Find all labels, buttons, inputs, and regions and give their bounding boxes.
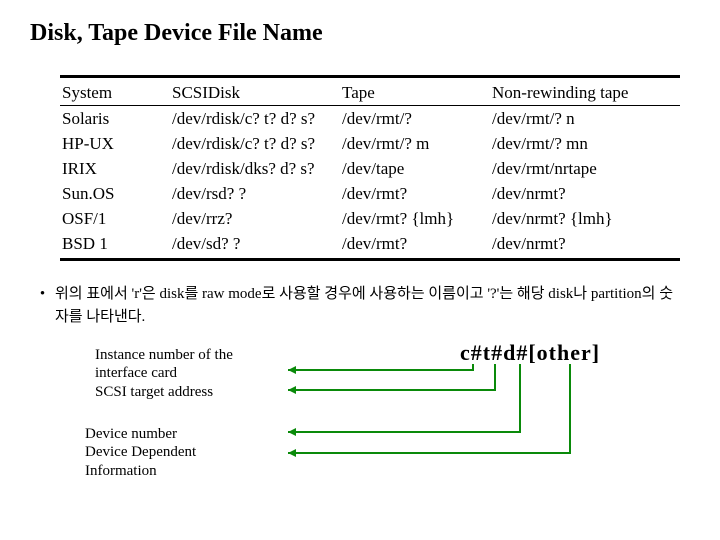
table-row: HP-UX /dev/rdisk/c? t? d? s? /dev/rmt/? … bbox=[60, 131, 680, 156]
cell-scsidisk: /dev/rdisk/c? t? d? s? bbox=[170, 131, 340, 156]
label-devdep-line2: Information bbox=[85, 462, 285, 481]
table-row: OSF/1 /dev/rrz? /dev/rmt? {lmh} /dev/nrm… bbox=[60, 206, 680, 231]
label-instance-line2: interface card bbox=[95, 364, 285, 383]
fmt-d: d# bbox=[503, 340, 528, 366]
table-row: BSD 1 /dev/sd? ? /dev/rmt? /dev/nrmt? bbox=[60, 231, 680, 256]
label-device-number: Device number bbox=[85, 425, 285, 444]
cell-tape: /dev/rmt/? bbox=[340, 106, 490, 132]
cell-tape: /dev/rmt? {lmh} bbox=[340, 206, 490, 231]
label-devdep-line1: Device Dependent bbox=[85, 443, 285, 462]
cell-scsidisk: /dev/rrz? bbox=[170, 206, 340, 231]
naming-diagram: c#t#d#[other] Instance number of the int… bbox=[30, 340, 690, 495]
cell-system: IRIX bbox=[60, 156, 170, 181]
page-title: Disk, Tape Device File Name bbox=[30, 20, 690, 47]
cell-nonrew: /dev/rmt/? n bbox=[490, 106, 680, 132]
explanatory-note: • 위의 표에서 'r'은 disk를 raw mode로 사용할 경우에 사용… bbox=[30, 283, 690, 330]
cell-tape: /dev/rmt/? m bbox=[340, 131, 490, 156]
col-header-tape: Tape bbox=[340, 80, 490, 106]
col-header-scsidisk: SCSIDisk bbox=[170, 80, 340, 106]
note-text: 위의 표에서 'r'은 disk를 raw mode로 사용할 경우에 사용하는… bbox=[55, 283, 690, 330]
label-instance-block: Instance number of the interface card SC… bbox=[95, 346, 285, 402]
bullet-icon: • bbox=[30, 283, 55, 330]
table-row: Sun.OS /dev/rsd? ? /dev/rmt? /dev/nrmt? bbox=[60, 181, 680, 206]
table-header-row: System SCSIDisk Tape Non-rewinding tape bbox=[60, 80, 680, 106]
cell-scsidisk: /dev/rsd? ? bbox=[170, 181, 340, 206]
cell-system: Solaris bbox=[60, 106, 170, 132]
label-scsi-target: SCSI target address bbox=[95, 383, 285, 402]
cell-system: BSD 1 bbox=[60, 231, 170, 256]
device-table: System SCSIDisk Tape Non-rewinding tape … bbox=[60, 80, 680, 256]
cell-system: Sun.OS bbox=[60, 181, 170, 206]
fmt-c: c# bbox=[460, 340, 483, 366]
cell-scsidisk: /dev/rdisk/dks? d? s? bbox=[170, 156, 340, 181]
label-instance-line1: Instance number of the bbox=[95, 346, 285, 365]
label-device-block: Device number Device Dependent Informati… bbox=[85, 425, 285, 481]
col-header-system: System bbox=[60, 80, 170, 106]
cell-system: OSF/1 bbox=[60, 206, 170, 231]
cell-system: HP-UX bbox=[60, 131, 170, 156]
cell-nonrew: /dev/nrmt? {lmh} bbox=[490, 206, 680, 231]
table-row: Solaris /dev/rdisk/c? t? d? s? /dev/rmt/… bbox=[60, 106, 680, 132]
cell-scsidisk: /dev/rdisk/c? t? d? s? bbox=[170, 106, 340, 132]
cell-scsidisk: /dev/sd? ? bbox=[170, 231, 340, 256]
cell-tape: /dev/rmt? bbox=[340, 181, 490, 206]
table-row: IRIX /dev/rdisk/dks? d? s? /dev/tape /de… bbox=[60, 156, 680, 181]
cell-tape: /dev/tape bbox=[340, 156, 490, 181]
device-table-wrapper: System SCSIDisk Tape Non-rewinding tape … bbox=[60, 75, 680, 261]
cell-tape: /dev/rmt? bbox=[340, 231, 490, 256]
cell-nonrew: /dev/nrmt? bbox=[490, 231, 680, 256]
col-header-nonrewinding: Non-rewinding tape bbox=[490, 80, 680, 106]
cell-nonrew: /dev/rmt/? mn bbox=[490, 131, 680, 156]
cell-nonrew: /dev/nrmt? bbox=[490, 181, 680, 206]
fmt-other: [other] bbox=[528, 340, 600, 366]
cell-nonrew: /dev/rmt/nrtape bbox=[490, 156, 680, 181]
device-name-format: c#t#d#[other] bbox=[460, 340, 600, 366]
fmt-t: t# bbox=[483, 340, 503, 366]
